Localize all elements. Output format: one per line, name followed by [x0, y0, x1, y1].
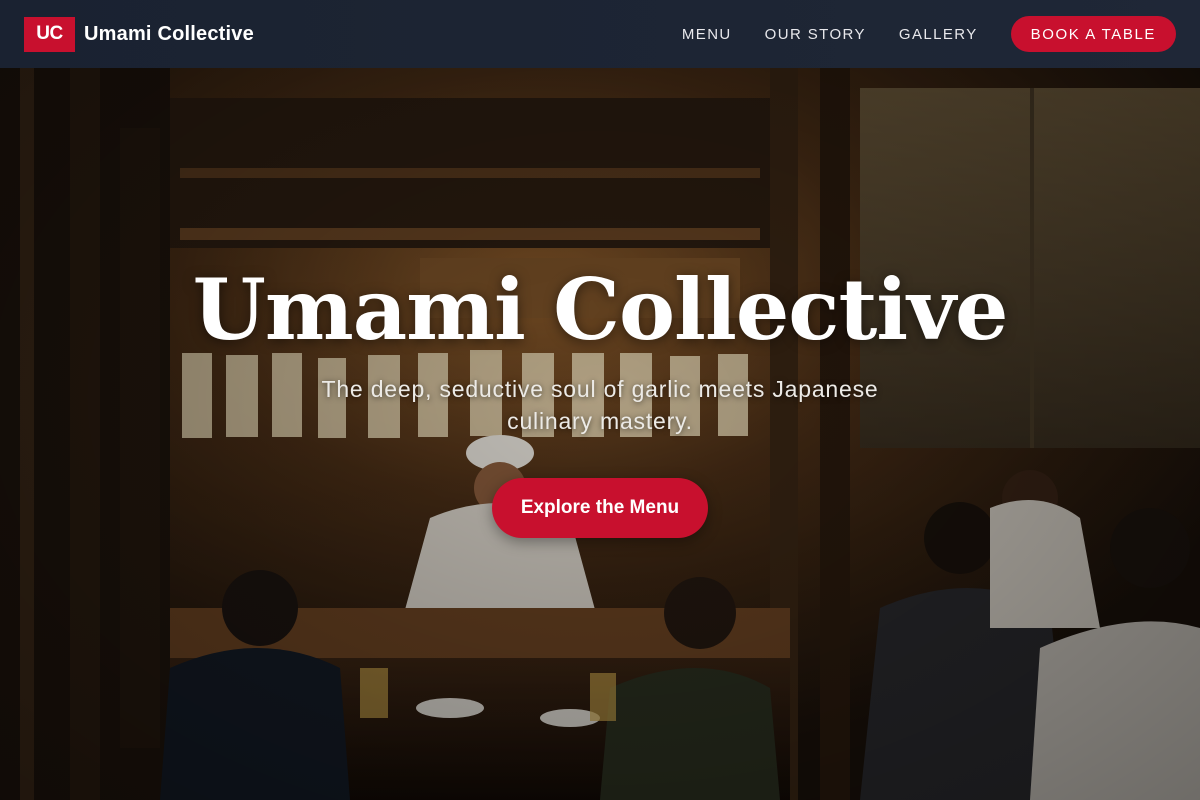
top-navigation-bar: UC Umami Collective MENU OUR STORY GALLE… — [0, 0, 1200, 68]
brand-name[interactable]: Umami Collective — [84, 23, 254, 46]
logo-badge[interactable]: UC — [24, 16, 75, 52]
hero-title: Umami Collective — [192, 260, 1009, 359]
book-a-table-button[interactable]: BOOK A TABLE — [1010, 16, 1176, 52]
hero-subtitle: The deep, seductive soul of garlic meets… — [321, 376, 879, 434]
hero-content: Umami Collective The deep, seductive sou… — [0, 68, 1200, 800]
nav-link-our-story[interactable]: OUR STORY — [765, 26, 866, 43]
nav-links: MENU OUR STORY GALLERY — [682, 26, 978, 43]
nav-link-gallery[interactable]: GALLERY — [899, 26, 978, 43]
explore-menu-button[interactable]: Explore the Menu — [492, 478, 708, 538]
nav-link-menu[interactable]: MENU — [682, 26, 732, 43]
hero-section: Umami Collective The deep, seductive sou… — [0, 68, 1200, 800]
